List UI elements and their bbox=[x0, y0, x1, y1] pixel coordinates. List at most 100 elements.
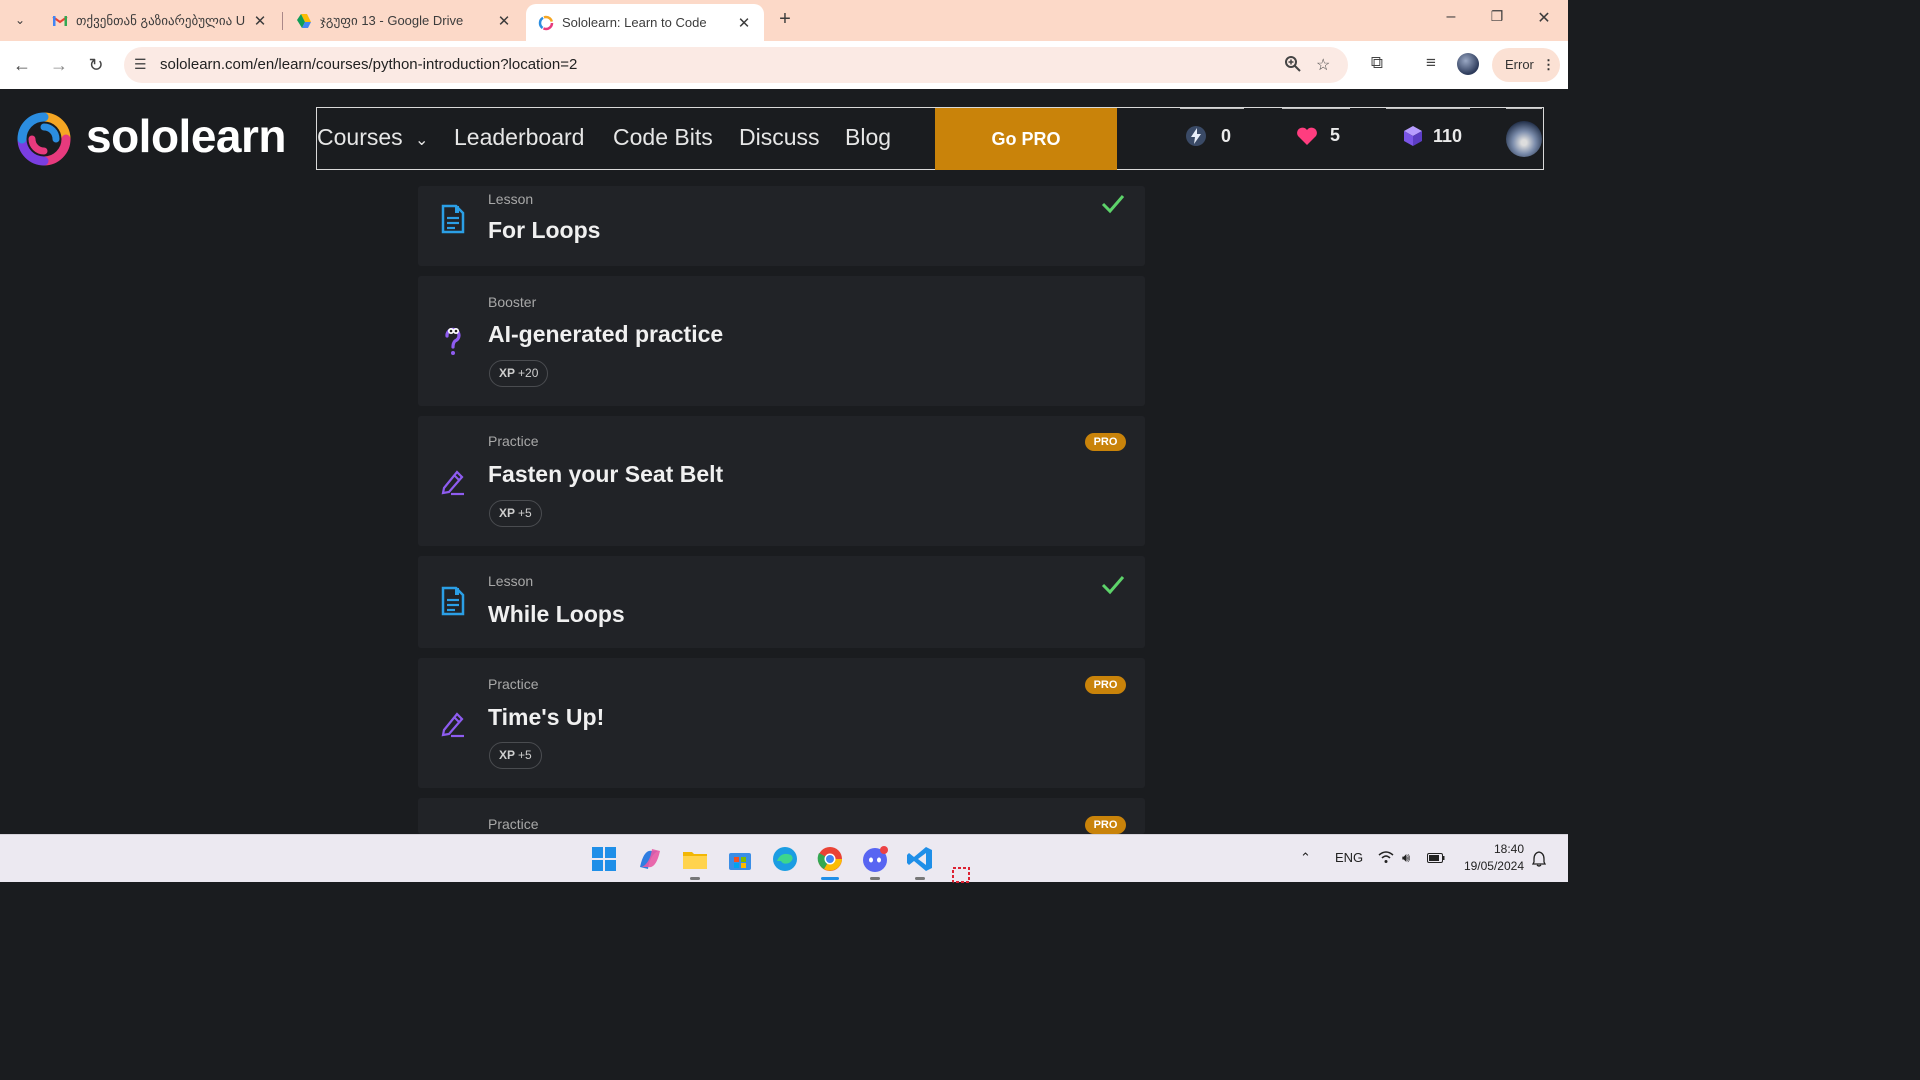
chevron-up-icon[interactable]: ⌃ bbox=[1300, 850, 1311, 866]
drive-icon bbox=[297, 13, 311, 28]
pro-badge: PRO bbox=[1085, 433, 1126, 451]
tab-title: ჯგუფი 13 - Google Drive bbox=[320, 12, 464, 28]
lesson-icon bbox=[441, 586, 465, 616]
clock-date: 19/05/2024 bbox=[1463, 859, 1524, 873]
lesson-kind: Practice bbox=[488, 676, 539, 692]
error-label: Error bbox=[1505, 57, 1534, 72]
more-menu-icon[interactable]: ⋮ bbox=[1542, 48, 1555, 82]
new-tab-button[interactable]: + bbox=[774, 8, 796, 30]
divider bbox=[1282, 108, 1350, 109]
url-text[interactable]: sololearn.com/en/learn/courses/python-in… bbox=[160, 56, 577, 73]
nav-discuss[interactable]: Discuss bbox=[739, 124, 820, 151]
lesson-kind: Lesson bbox=[488, 191, 534, 207]
nav-courses[interactable]: Courses ⌄ bbox=[317, 124, 428, 151]
back-icon[interactable]: ← bbox=[10, 53, 34, 77]
gems-value: 110 bbox=[1433, 125, 1463, 146]
copilot-icon[interactable] bbox=[636, 845, 664, 873]
xp-label: XP bbox=[499, 748, 516, 762]
vscode-icon[interactable] bbox=[906, 845, 934, 873]
sololearn-logo-icon[interactable] bbox=[16, 111, 72, 167]
address-bar[interactable]: ☰ sololearn.com/en/learn/courses/python-… bbox=[124, 47, 1348, 83]
pro-badge: PRO bbox=[1085, 816, 1126, 834]
minimize-icon[interactable]: – bbox=[1440, 8, 1462, 26]
browser-tab-bar: ⌄ თქვენთან გაზიარებულია U ✕ ჯგუფი 13 - G… bbox=[0, 0, 1568, 41]
close-icon[interactable]: ✕ bbox=[496, 12, 512, 30]
streak-counter[interactable]: 0 bbox=[1185, 125, 1231, 147]
checkmark-icon bbox=[1101, 195, 1125, 214]
close-icon[interactable]: ✕ bbox=[252, 12, 268, 30]
lesson-kind: Practice bbox=[488, 816, 539, 832]
xp-value: +5 bbox=[518, 506, 532, 520]
profile-error-chip[interactable]: Error ⋮ bbox=[1492, 48, 1560, 82]
forward-icon[interactable]: → bbox=[47, 53, 71, 77]
system-clock[interactable]: 18:40 19/05/2024 bbox=[1458, 841, 1524, 875]
xp-value: +5 bbox=[518, 748, 532, 762]
divider bbox=[1180, 108, 1244, 109]
running-indicator bbox=[915, 877, 925, 880]
extensions-icon[interactable]: ⧉ bbox=[1365, 53, 1389, 73]
close-icon[interactable]: ✕ bbox=[736, 14, 752, 32]
language-indicator[interactable]: ENG bbox=[1335, 850, 1363, 865]
lesson-title: For Loops bbox=[488, 217, 601, 243]
restore-icon[interactable]: ❐ bbox=[1486, 8, 1508, 25]
lesson-card[interactable]: Practice Time's Up! PRO XP +5 bbox=[418, 658, 1145, 788]
edge-icon[interactable] bbox=[771, 845, 799, 873]
window-close-icon[interactable]: ✕ bbox=[1533, 8, 1555, 28]
hearts-counter[interactable]: 5 bbox=[1296, 125, 1340, 146]
checkmark-icon bbox=[1101, 576, 1125, 595]
nav-leaderboard[interactable]: Leaderboard bbox=[454, 124, 584, 151]
clock-time: 18:40 bbox=[1493, 842, 1524, 856]
divider bbox=[1386, 108, 1470, 109]
tab-search-icon[interactable]: ⌄ bbox=[8, 8, 32, 32]
xp-chip: XP +5 bbox=[489, 500, 542, 527]
tab-sololearn[interactable]: Sololearn: Learn to Code ✕ bbox=[526, 4, 764, 41]
discord-icon[interactable] bbox=[861, 845, 889, 873]
site-info-icon[interactable]: ☰ bbox=[134, 56, 147, 73]
gems-counter[interactable]: 110 bbox=[1403, 125, 1462, 147]
windows-taskbar: ⌃ ENG 🔊︎ 18:40 19/05/2024 bbox=[0, 834, 1568, 883]
lesson-card[interactable]: Lesson For Loops bbox=[418, 186, 1145, 266]
tab-google-drive[interactable]: ჯგუფი 13 - Google Drive ✕ bbox=[284, 0, 524, 41]
lesson-card[interactable]: Practice PRO bbox=[418, 798, 1145, 834]
reload-icon[interactable]: ↻ bbox=[84, 53, 108, 77]
wifi-icon[interactable] bbox=[1378, 850, 1394, 864]
snipping-tool-icon[interactable] bbox=[950, 865, 978, 883]
media-control-icon[interactable]: ≡ bbox=[1419, 53, 1443, 73]
lesson-icon bbox=[441, 204, 465, 234]
nav-courses-label: Courses bbox=[317, 124, 403, 150]
lesson-card[interactable]: Booster AI-generated practice XP +20 bbox=[418, 276, 1145, 406]
main-nav: Courses ⌄ Leaderboard Code Bits Discuss … bbox=[316, 107, 1544, 170]
logo-text[interactable]: sololearn bbox=[86, 109, 287, 163]
chrome-icon[interactable] bbox=[816, 845, 844, 873]
microsoft-store-icon[interactable] bbox=[726, 845, 754, 873]
tab-title: Sololearn: Learn to Code bbox=[562, 15, 707, 30]
xp-value: +20 bbox=[518, 366, 539, 380]
bookmark-star-icon[interactable]: ☆ bbox=[1316, 55, 1330, 75]
lesson-kind: Booster bbox=[488, 294, 537, 310]
go-pro-button[interactable]: Go PRO bbox=[935, 108, 1117, 170]
browser-toolbar: ← → ↻ ☰ sololearn.com/en/learn/courses/p… bbox=[0, 41, 1568, 89]
battery-icon[interactable] bbox=[1427, 853, 1445, 863]
windows-start-icon[interactable] bbox=[590, 845, 618, 873]
volume-icon[interactable]: 🔊︎ bbox=[1402, 850, 1410, 866]
zoom-icon[interactable] bbox=[1284, 55, 1302, 73]
xp-chip: XP +5 bbox=[489, 742, 542, 769]
running-indicator bbox=[690, 877, 700, 880]
xp-label: XP bbox=[499, 366, 516, 380]
tab-divider bbox=[282, 12, 283, 30]
nav-blog[interactable]: Blog bbox=[845, 124, 891, 151]
running-indicator bbox=[870, 877, 880, 880]
tab-gmail[interactable]: თქვენთან გაზიარებულია U ✕ bbox=[40, 0, 280, 41]
lesson-card[interactable]: Practice Fasten your Seat Belt PRO XP +5 bbox=[418, 416, 1145, 546]
nav-code-bits[interactable]: Code Bits bbox=[613, 124, 713, 151]
site-header: sololearn Courses ⌄ Leaderboard Code Bit… bbox=[0, 89, 1568, 186]
lightning-icon bbox=[1186, 126, 1206, 146]
lesson-title: AI-generated practice bbox=[488, 321, 724, 347]
user-avatar[interactable] bbox=[1506, 121, 1542, 157]
file-explorer-icon[interactable] bbox=[681, 845, 709, 873]
notification-bell-icon[interactable] bbox=[1532, 851, 1546, 867]
xp-label: XP bbox=[499, 506, 516, 520]
profile-avatar[interactable] bbox=[1457, 53, 1479, 75]
lesson-kind: Practice bbox=[488, 433, 539, 449]
lesson-card[interactable]: Lesson While Loops bbox=[418, 556, 1145, 648]
